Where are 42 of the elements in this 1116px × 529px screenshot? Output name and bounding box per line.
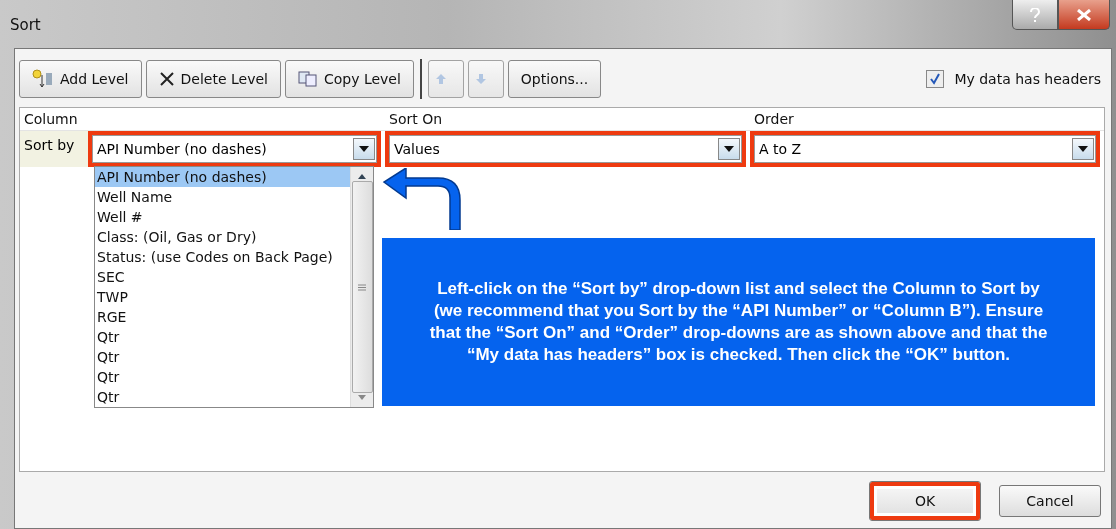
options-button[interactable]: Options... xyxy=(507,60,602,98)
close-button[interactable] xyxy=(1058,0,1110,30)
x-icon xyxy=(158,71,175,87)
delete-level-button[interactable]: Delete Level xyxy=(145,60,281,98)
cancel-button[interactable]: Cancel xyxy=(999,485,1101,517)
caret-icon xyxy=(1078,146,1088,152)
add-sort-icon xyxy=(32,69,54,89)
dropdown-value: Values xyxy=(394,141,440,157)
checkmark-icon xyxy=(929,73,942,85)
scroll-down-icon xyxy=(358,395,366,400)
dropdown-button[interactable] xyxy=(353,138,375,160)
dropdown-button[interactable] xyxy=(718,138,740,160)
ok-button[interactable]: OK xyxy=(869,481,981,521)
dropdown-value: API Number (no dashes) xyxy=(97,141,267,157)
dropdown-field[interactable]: A to Z xyxy=(754,135,1096,163)
checkbox[interactable] xyxy=(926,70,945,88)
curved-arrow-icon xyxy=(382,168,462,230)
dropdown-value: A to Z xyxy=(759,141,802,157)
column-header: Sort On xyxy=(388,110,444,129)
scrollbar[interactable] xyxy=(350,167,373,407)
dropdown-button[interactable] xyxy=(1072,138,1094,160)
help-button[interactable] xyxy=(1012,0,1058,30)
copy-icon xyxy=(297,71,318,87)
scroll-up-icon xyxy=(358,174,366,179)
checkbox-label: My data has headers xyxy=(954,71,1101,87)
row-label: Sort by xyxy=(20,131,88,167)
list-item[interactable]: API Number (no dashes) xyxy=(95,167,350,187)
callout-text: Left-click on the “Sort by” drop-down list and select the Column to Sort by (we recommend that you Sort by the “API Number” or “Column B”). Ensure that the “Sort On” and “Order” drop-downs are as shown above and that the “My data has headers” box is checked. Then click the “OK” button. xyxy=(428,277,1049,367)
column-header: Order xyxy=(753,110,795,129)
question-mark-icon xyxy=(1030,7,1040,22)
caret-icon xyxy=(724,146,734,152)
up-arrow-icon xyxy=(434,73,447,85)
copy-level-button[interactable]: Copy Level xyxy=(284,60,414,98)
column-header: Column xyxy=(23,110,79,129)
grip-icon xyxy=(358,283,366,291)
dropdown-field[interactable]: Values xyxy=(389,135,742,163)
dropdown-field[interactable]: API Number (no dashes) xyxy=(92,135,377,163)
down-arrow-icon xyxy=(474,73,487,85)
close-icon xyxy=(1077,8,1091,21)
add-level-button[interactable]: Add Level xyxy=(19,60,142,98)
caret-icon xyxy=(359,146,369,152)
window-title: Sort xyxy=(10,16,41,34)
